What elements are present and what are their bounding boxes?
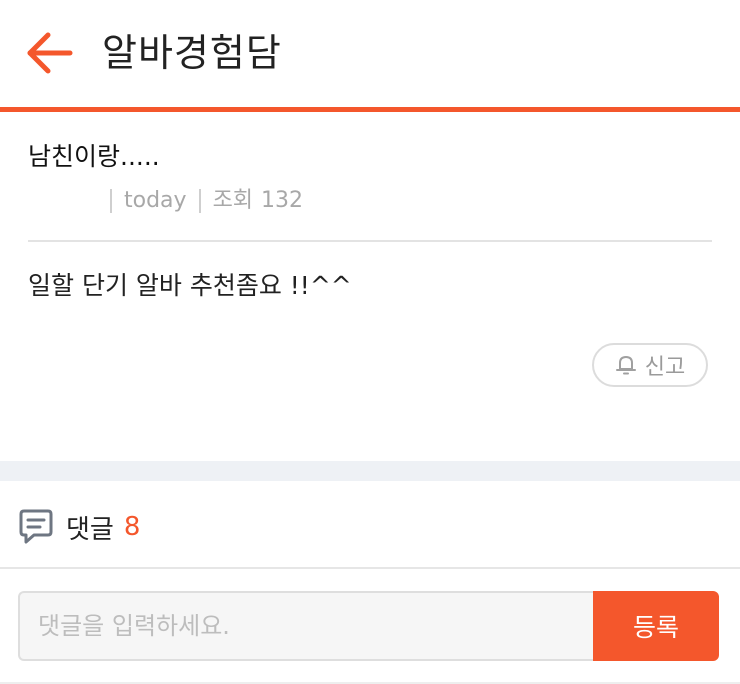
meta-divider [110, 189, 112, 213]
comments-label: 댓글 [66, 514, 114, 545]
post-divider [28, 240, 712, 242]
views-label: 조회 [212, 188, 254, 213]
comments-header: 댓글 8 [18, 505, 140, 549]
submit-comment-button[interactable]: 등록 [593, 591, 719, 661]
back-button[interactable] [22, 26, 76, 80]
section-separator [0, 461, 740, 481]
arrow-left-icon [27, 32, 73, 74]
report-label: 신고 [644, 355, 686, 380]
page-title: 알바경험담 [102, 31, 282, 75]
comment-input[interactable] [18, 591, 593, 661]
report-button[interactable]: 신고 [592, 343, 708, 387]
post-body: 일할 단기 알바 추천좀요 !!^^ [28, 271, 352, 300]
comments-count: 8 [123, 512, 141, 542]
page: 알바경험담 남친이랑..... today 조회 132 일할 단기 알바 추천… [0, 0, 740, 684]
meta-divider [198, 189, 201, 213]
app-header: 알바경험담 [0, 0, 740, 107]
views-count: 132 [261, 188, 304, 213]
header-accent-line [0, 107, 740, 112]
comments-divider [0, 567, 740, 569]
post-date: today [124, 188, 187, 213]
comment-icon [19, 509, 53, 544]
post-meta: today 조회 132 [110, 186, 303, 216]
post-title: 남친이랑..... [28, 142, 160, 171]
bell-icon [615, 356, 636, 375]
